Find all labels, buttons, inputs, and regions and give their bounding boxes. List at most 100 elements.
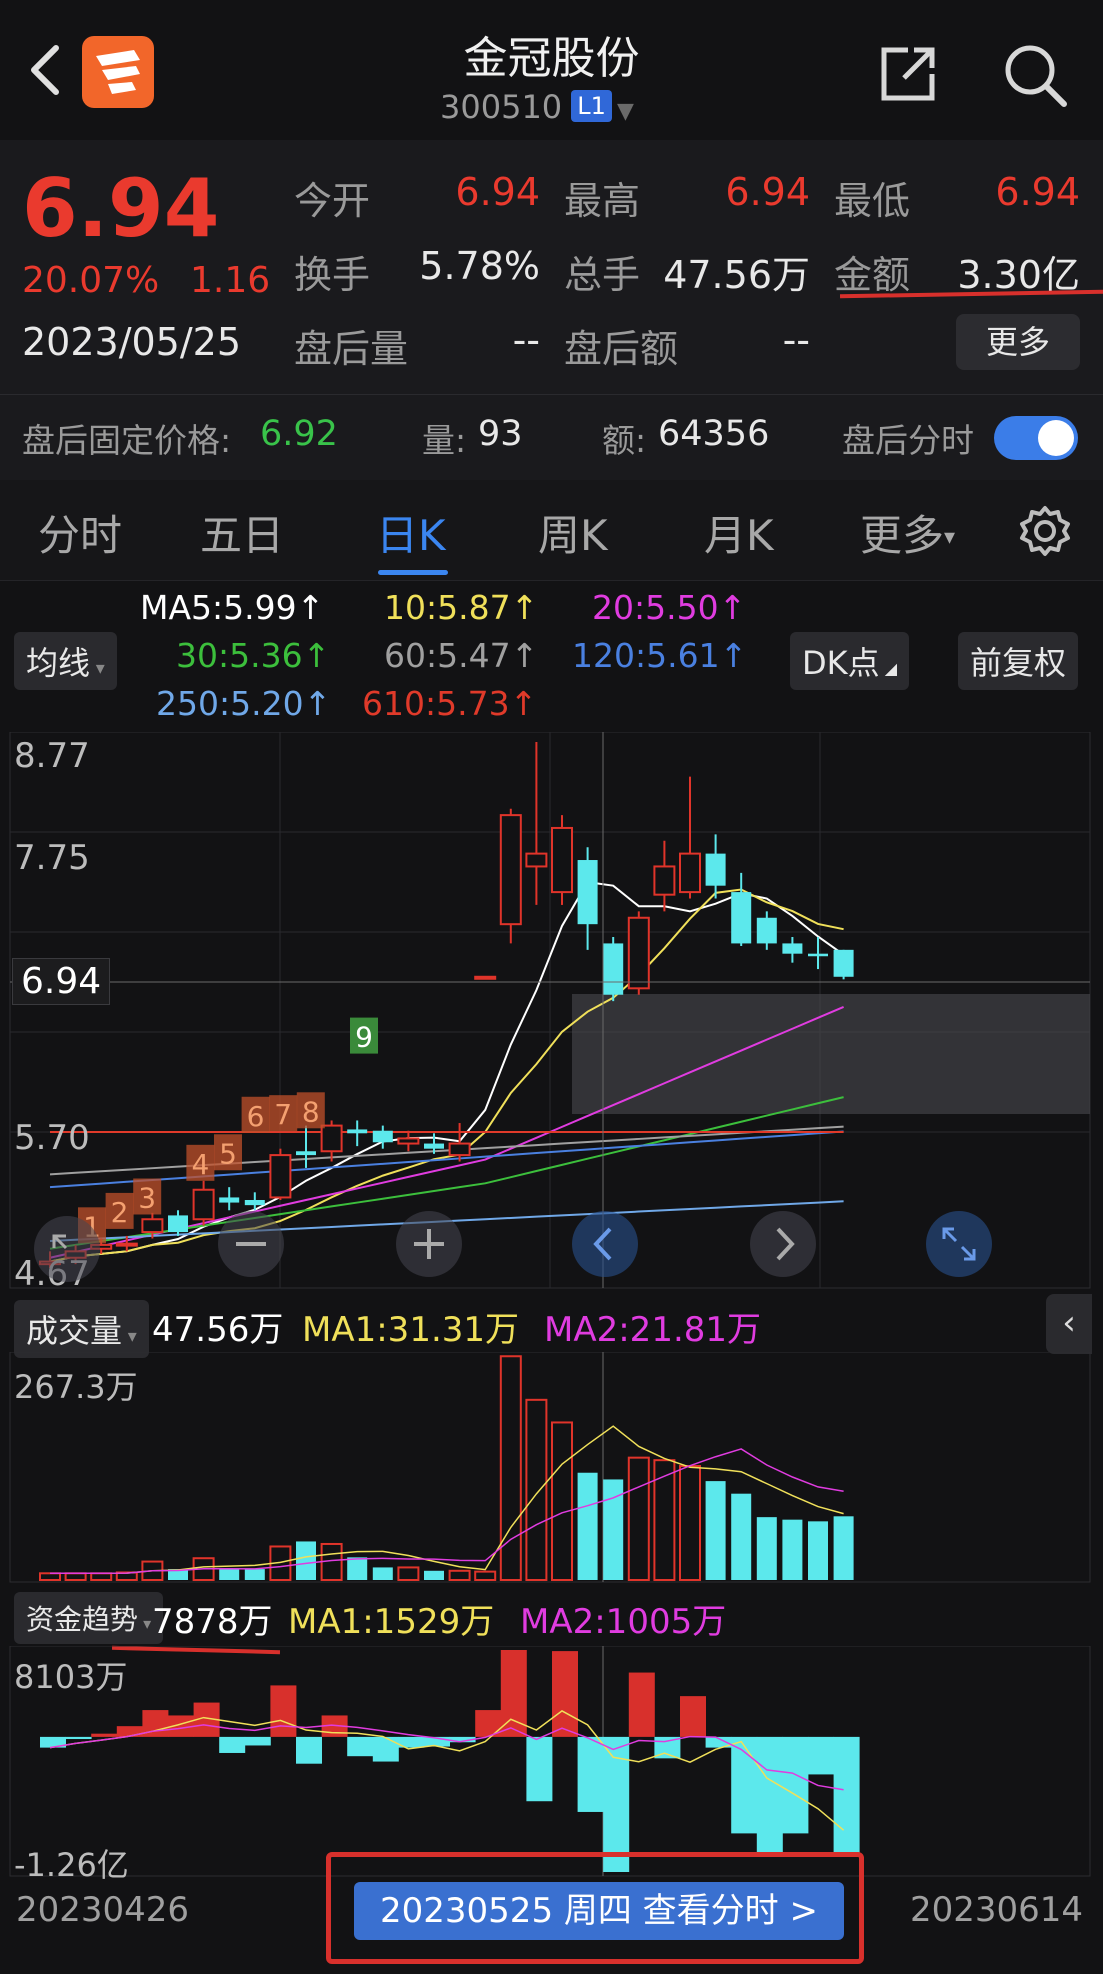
- scroll-left-button[interactable]: [572, 1211, 638, 1277]
- x-axis-start: 20230426: [16, 1890, 190, 1930]
- fund-flow-bar: [628, 1672, 655, 1737]
- candle-body: [296, 1151, 316, 1156]
- candlestick-chart[interactable]: 123456789: [0, 732, 1103, 1292]
- turnover-label: 换手: [294, 253, 371, 297]
- candle-body: [808, 953, 828, 957]
- fund-flow-chart[interactable]: [0, 1646, 1103, 1878]
- zoom-in-button[interactable]: [396, 1211, 462, 1277]
- fullscreen-button[interactable]: [926, 1211, 992, 1277]
- ma-select[interactable]: 均线 ▾: [14, 632, 117, 690]
- candle-body: [525, 852, 548, 868]
- fund-flow-bar: [756, 1736, 783, 1855]
- candle-body: [244, 1200, 265, 1206]
- candle-body: [679, 852, 701, 894]
- after-amount-value: --: [782, 318, 810, 362]
- amount-label: 金额: [834, 253, 911, 297]
- forward-adjust-button[interactable]: 前复权: [958, 632, 1079, 690]
- volume-value: 47.56万: [663, 253, 810, 297]
- volume-label: 总手: [564, 253, 641, 297]
- stock-code-row[interactable]: 300510 L1 ▼: [440, 88, 680, 126]
- collapse-chart-button[interactable]: [34, 1216, 100, 1282]
- fund-flow-bar: [577, 1736, 604, 1812]
- candle-body: [448, 1142, 471, 1157]
- scroll-right-button[interactable]: [750, 1211, 816, 1277]
- tab-five-day[interactable]: 五日: [200, 502, 284, 563]
- countdown-label: 6: [247, 1100, 265, 1133]
- candle-body: [219, 1197, 240, 1203]
- tab-weekly-k[interactable]: 周K: [538, 502, 608, 563]
- share-icon[interactable]: [878, 44, 938, 104]
- volume-select[interactable]: 成交量 ▾: [14, 1300, 149, 1358]
- fund-flow-bar: [91, 1733, 118, 1737]
- ma120-label: 120:5.61↑: [572, 636, 748, 675]
- candle-body: [603, 943, 624, 995]
- ma610-label: 610:5.73↑: [362, 684, 538, 723]
- search-icon[interactable]: [1002, 42, 1068, 108]
- volume-bar: [731, 1493, 752, 1580]
- fund-flow-bar: [65, 1736, 92, 1740]
- candle-body: [192, 1188, 215, 1221]
- volume-bar: [808, 1521, 828, 1580]
- more-button[interactable]: 更多: [956, 314, 1080, 370]
- volume-chart[interactable]: [0, 1352, 1103, 1584]
- ma30-label: 30:5.36↑: [176, 636, 331, 675]
- dk-point-button[interactable]: DK点 ◢: [790, 632, 910, 690]
- ma20-label: 20:5.50↑: [592, 588, 747, 627]
- high-value: 6.94: [725, 170, 810, 214]
- volume-bar: [653, 1459, 676, 1581]
- tab-intraday[interactable]: 分时: [38, 502, 122, 563]
- fund-select-label: 资金趋势: [26, 1603, 139, 1636]
- volume-bar: [756, 1517, 777, 1580]
- price-axis-low-mid: 5.70: [14, 1118, 90, 1158]
- current-price: 6.94: [22, 162, 220, 255]
- zoom-out-button[interactable]: [218, 1211, 284, 1277]
- fund-flow-bar: [552, 1651, 578, 1737]
- candle-body: [474, 975, 497, 980]
- low-label: 最低: [834, 179, 911, 223]
- volume-ma2: MA2:21.81万: [544, 1310, 762, 1350]
- quote-date: 2023/05/25: [22, 320, 242, 364]
- volume-bar: [833, 1516, 854, 1580]
- after-vol-label: 量:: [422, 421, 467, 460]
- fund-flow-bar: [526, 1736, 553, 1802]
- candle-body: [551, 826, 573, 894]
- volume-ma1: MA1:31.31万: [302, 1310, 520, 1350]
- volume-bar: [39, 1572, 61, 1582]
- candle-body: [424, 1143, 444, 1149]
- volume-value: 47.56万: [152, 1310, 284, 1350]
- low-value: 6.94: [995, 170, 1080, 214]
- view-intraday-button[interactable]: 20230525 周四 查看分时 >: [354, 1882, 844, 1940]
- after-volume-label: 盘后量: [294, 327, 409, 371]
- fund-flow-bar: [347, 1736, 374, 1757]
- candle-body: [577, 860, 598, 925]
- after-hours-toggle[interactable]: [994, 416, 1078, 460]
- volume-bar: [296, 1541, 316, 1580]
- tab-monthly-k[interactable]: 月K: [704, 502, 774, 563]
- fund-flow-bar: [270, 1685, 297, 1737]
- collapse-panel-button[interactable]: ‹: [1046, 1294, 1092, 1354]
- tab-daily-k[interactable]: 日K: [376, 502, 446, 563]
- gear-icon[interactable]: [1018, 504, 1072, 558]
- after-vol-value: 93: [478, 414, 523, 454]
- high-label: 最高: [564, 179, 641, 223]
- volume-bar: [679, 1465, 701, 1581]
- volume-bar: [551, 1421, 573, 1581]
- top-navigation-bar: 金冠股份 300510 L1 ▼: [0, 0, 1103, 140]
- fund-ma1: MA1:1529万: [288, 1602, 495, 1642]
- fund-axis-min: -1.26亿: [14, 1846, 129, 1884]
- period-tabs: 分时 五日 日K 周K 月K 更多▾: [0, 480, 1103, 581]
- candle-body: [653, 865, 676, 896]
- tab-more[interactable]: 更多▾: [860, 502, 955, 563]
- candle-body: [347, 1129, 368, 1134]
- after-hours-toggle-label: 盘后分时: [842, 421, 974, 460]
- fund-flow-bar: [244, 1736, 271, 1746]
- fund-flow-bar: [296, 1736, 322, 1764]
- x-axis-end: 20230614: [910, 1890, 1084, 1930]
- fund-select[interactable]: 资金趋势 ▾: [14, 1592, 164, 1644]
- ma10-label: 10:5.87↑: [384, 588, 539, 627]
- volume-bar: [372, 1567, 393, 1580]
- candle-body: [627, 916, 650, 990]
- ma-select-label: 均线: [26, 644, 91, 682]
- quote-panel: 6.94 20.07% 1.16 2023/05/25 今开 6.94 最高 6…: [0, 140, 1103, 480]
- countdown-label: 4: [191, 1148, 209, 1181]
